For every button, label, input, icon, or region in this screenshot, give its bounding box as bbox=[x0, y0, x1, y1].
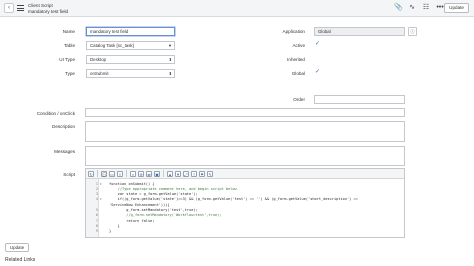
line-number: 4 bbox=[95, 197, 98, 202]
activity-icon[interactable]: ∿ bbox=[408, 4, 416, 12]
application-label: Application bbox=[282, 29, 305, 34]
back-button[interactable]: ‹ bbox=[4, 3, 14, 13]
format-code-icon[interactable]: ≡ bbox=[117, 170, 123, 177]
replace-icon[interactable]: ⇄ bbox=[146, 170, 152, 177]
description-textarea[interactable] bbox=[85, 121, 405, 142]
active-label: Active bbox=[292, 43, 305, 48]
code-line[interactable]: 'ServiceNow Enhancement'))){ bbox=[109, 203, 170, 207]
line-number: 8 bbox=[95, 223, 98, 228]
script-label: Script bbox=[63, 172, 75, 177]
expand-icon[interactable]: ▼ bbox=[175, 170, 181, 177]
condition-input[interactable] bbox=[85, 108, 405, 117]
code-line[interactable]: } bbox=[109, 229, 111, 233]
inherited-checkbox[interactable] bbox=[315, 55, 322, 62]
replace-all-icon[interactable]: ▣ bbox=[154, 170, 160, 177]
line-number: 5 bbox=[95, 208, 98, 212]
code-line[interactable]: //g_form.setMandatory('Workflow=test',tr… bbox=[109, 213, 221, 217]
code-line[interactable]: g_form.setMandatory('test',true); bbox=[109, 208, 197, 212]
record-title: Client Script mandatory test field bbox=[28, 3, 68, 14]
condition-label: Condition / onClick bbox=[36, 111, 75, 116]
active-checkbox[interactable]: ✓ bbox=[315, 41, 322, 48]
fold-toggle-icon[interactable]: ▾ bbox=[100, 197, 102, 201]
more-icon[interactable]: ••• bbox=[436, 4, 444, 12]
ui-type-select[interactable]: Desktop ⬍ bbox=[86, 55, 175, 64]
code-line[interactable]: } bbox=[109, 224, 120, 228]
table-select-value: Catalog Task [sc_task] bbox=[90, 43, 134, 48]
info-icon[interactable]: ⓘ bbox=[408, 27, 417, 36]
comment-icon[interactable]: 💬 bbox=[101, 170, 107, 177]
line-number: 3 bbox=[95, 192, 98, 197]
table-select[interactable]: Catalog Task [sc_task] ▼ bbox=[86, 41, 175, 50]
ui-type-select-value: Desktop bbox=[90, 57, 107, 62]
line-number: 6 bbox=[95, 213, 98, 218]
form-header: ‹ Client Script mandatory test field 📎 ∿… bbox=[0, 0, 474, 17]
code-line[interactable]: if((g_form.getValue('state')==3) && (g_f… bbox=[109, 197, 358, 201]
script-editor[interactable]: ↻ 💬 ▭ ≡ ⌕ ⊕ ⇄ ▣ ▲ ▼ ⤢ ? ⚑ ✎ 1 ▾ function o… bbox=[85, 168, 405, 238]
chevron-down-icon: ⬍ bbox=[168, 71, 172, 76]
global-checkbox[interactable]: ✓ bbox=[315, 69, 322, 76]
editor-toolbar: ↻ 💬 ▭ ≡ ⌕ ⊕ ⇄ ▣ ▲ ▼ ⤢ ? ⚑ ✎ bbox=[86, 169, 404, 179]
name-input[interactable]: mandatory test field bbox=[86, 27, 175, 36]
messages-textarea[interactable] bbox=[85, 146, 405, 166]
fold-toggle-icon[interactable]: ▾ bbox=[100, 182, 102, 186]
type-select[interactable]: onSubmit ⬍ bbox=[86, 69, 175, 78]
hamburger-menu-icon[interactable] bbox=[17, 5, 24, 11]
code-line[interactable]: var state = g_form.getValue('state'); bbox=[109, 192, 198, 196]
global-label: Global bbox=[291, 71, 305, 76]
inherited-label: Inherited bbox=[287, 57, 305, 62]
search-icon[interactable]: ⌕ bbox=[130, 170, 136, 177]
update-button[interactable]: Update bbox=[5, 243, 30, 252]
order-label: Order bbox=[293, 97, 305, 102]
table-label: Table bbox=[64, 43, 75, 48]
line-number: 9 bbox=[95, 229, 98, 234]
related-links-heading: Related Links bbox=[5, 257, 36, 263]
order-input[interactable] bbox=[314, 95, 405, 104]
uncomment-icon[interactable]: ▭ bbox=[109, 170, 115, 177]
help-icon[interactable]: ? bbox=[191, 170, 197, 177]
settings-icon[interactable]: ✎ bbox=[207, 170, 213, 177]
type-label: Type bbox=[65, 71, 75, 76]
settings-sliders-icon[interactable]: ☷ bbox=[422, 4, 430, 12]
script-debugger-icon[interactable]: ⚑ bbox=[199, 170, 205, 177]
line-number: 2 bbox=[95, 186, 98, 191]
line-number: 1 bbox=[95, 181, 98, 186]
messages-label: Messages bbox=[54, 149, 75, 154]
ui-type-label: UI Type bbox=[59, 57, 75, 62]
type-select-value: onSubmit bbox=[90, 71, 109, 76]
code-line[interactable]: function onSubmit() { bbox=[109, 182, 154, 186]
code-area[interactable]: 1 ▾ function onSubmit() {2 //Type appropri… bbox=[86, 179, 404, 237]
paperclip-icon[interactable]: 📎 bbox=[394, 4, 403, 12]
application-field: Global bbox=[314, 27, 405, 36]
line-number: 7 bbox=[95, 218, 98, 223]
toggle-syntax-icon[interactable]: ↻ bbox=[88, 170, 94, 177]
header-update-button[interactable]: Update bbox=[444, 3, 469, 13]
code-line[interactable]: //Type appropriate comment here, and beg… bbox=[109, 187, 237, 191]
record-subtitle: mandatory test field bbox=[28, 8, 69, 14]
chevron-down-icon: ▼ bbox=[168, 43, 172, 48]
collapse-icon[interactable]: ▲ bbox=[167, 170, 173, 177]
chevron-left-icon: ‹ bbox=[8, 5, 10, 11]
find-next-icon[interactable]: ⊕ bbox=[138, 170, 144, 177]
name-label: Name bbox=[62, 29, 75, 34]
chevron-down-icon: ⬍ bbox=[168, 57, 172, 62]
fullscreen-icon[interactable]: ⤢ bbox=[183, 170, 189, 177]
code-line[interactable]: return false; bbox=[109, 219, 154, 223]
description-label: Description bbox=[52, 124, 75, 129]
